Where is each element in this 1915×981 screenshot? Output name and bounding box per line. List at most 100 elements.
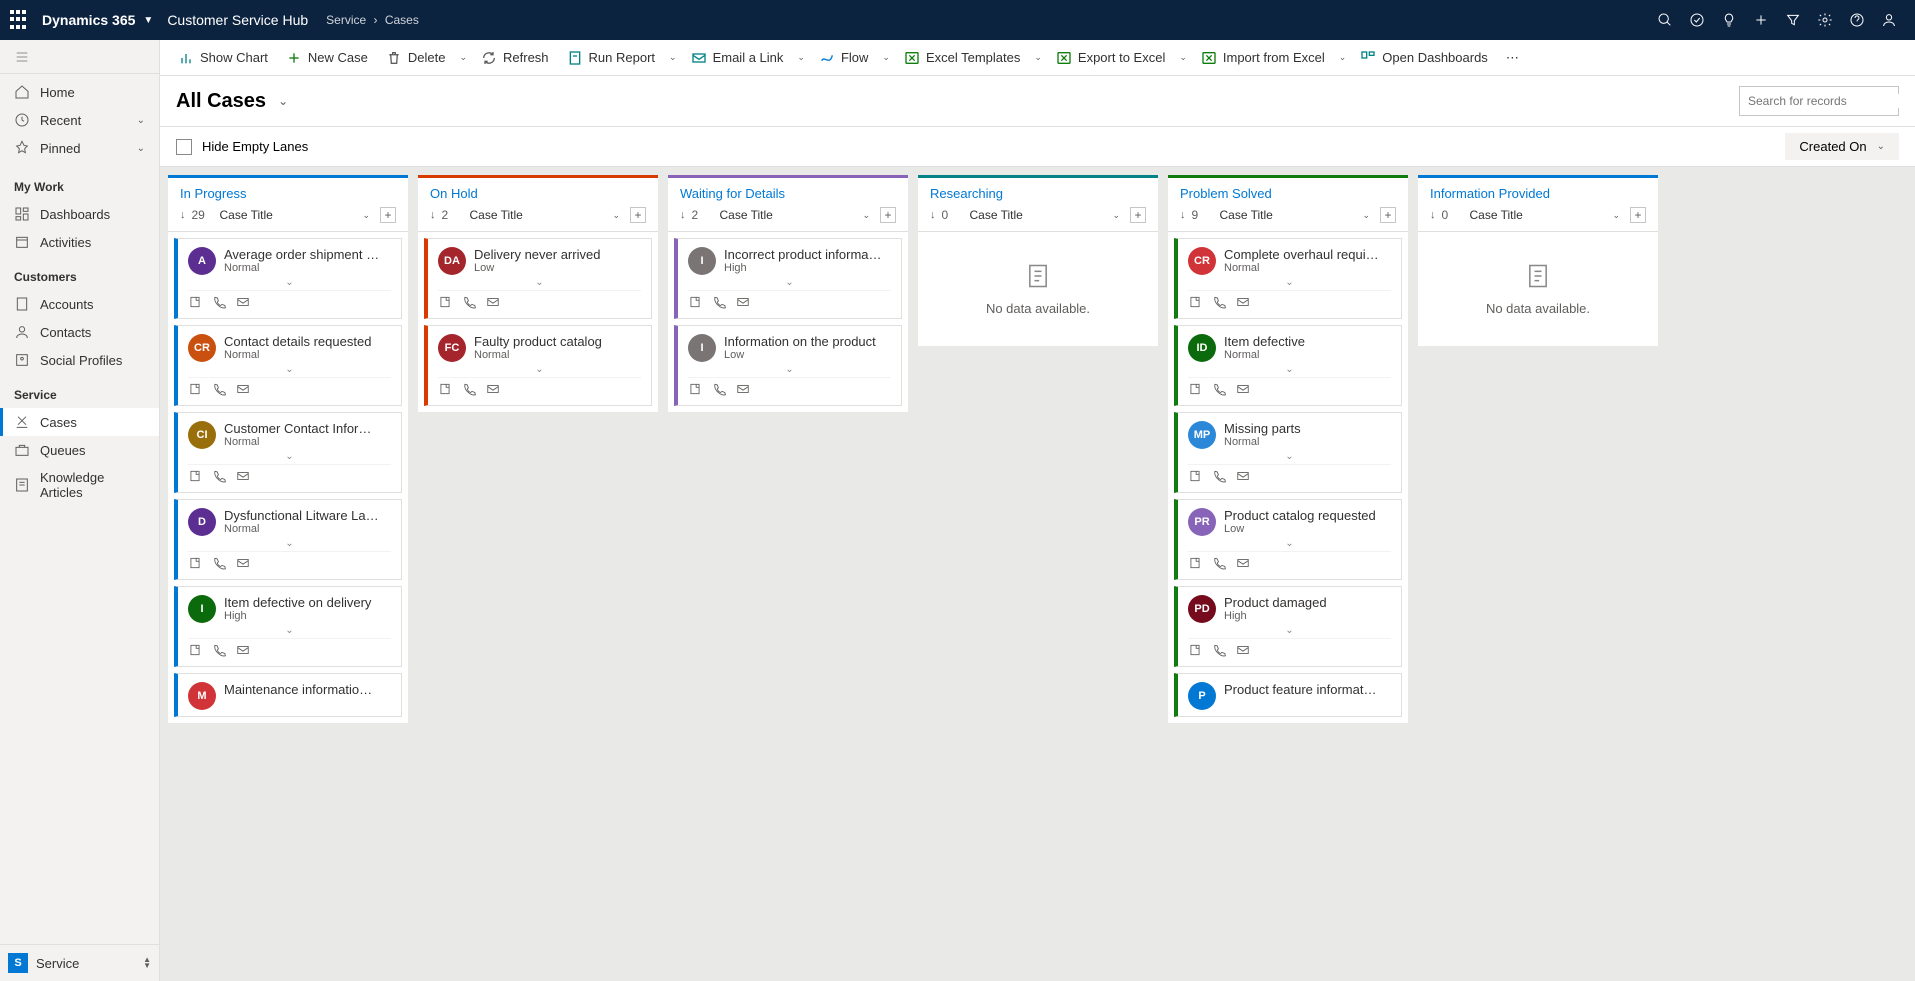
card-expand-chevron-icon[interactable]: ⌄ (188, 451, 391, 462)
sort-arrow-icon[interactable]: ↓ (1180, 209, 1186, 221)
mail-icon[interactable] (236, 295, 250, 312)
card-expand-chevron-icon[interactable]: ⌄ (438, 364, 641, 375)
sort-by-button[interactable]: Created On ⌄ (1785, 133, 1899, 160)
card-expand-chevron-icon[interactable]: ⌄ (188, 625, 391, 636)
cmd-import-from-excel[interactable]: Import from Excel (1193, 46, 1333, 70)
cmd-split-chevron-icon[interactable]: ⌄ (455, 48, 471, 67)
add-card-button[interactable]: + (880, 207, 896, 223)
lane-title[interactable]: In Progress (168, 175, 408, 205)
cmd-overflow-button[interactable]: ⋯ (1498, 46, 1528, 70)
note-icon[interactable] (1188, 643, 1202, 660)
sort-arrow-icon[interactable]: ↓ (430, 209, 436, 221)
sort-arrow-icon[interactable]: ↓ (930, 209, 936, 221)
kanban-card[interactable]: CI Customer Contact Infor… Normal ⌄ (174, 412, 402, 493)
plus-icon[interactable] (1745, 0, 1777, 40)
phone-icon[interactable] (212, 382, 226, 399)
hamburger-button[interactable] (0, 40, 159, 74)
nav-item-home[interactable]: Home (0, 78, 159, 106)
phone-icon[interactable] (212, 643, 226, 660)
hub-label[interactable]: Customer Service Hub (167, 12, 308, 28)
chevron-down-icon[interactable]: ⌄ (362, 210, 370, 221)
nav-item-contacts[interactable]: Contacts (0, 318, 159, 346)
hide-empty-checkbox[interactable] (176, 139, 192, 155)
note-icon[interactable] (438, 382, 452, 399)
lane-field-label[interactable]: Case Title (1470, 208, 1607, 222)
mail-icon[interactable] (1236, 556, 1250, 573)
phone-icon[interactable] (1212, 643, 1226, 660)
nav-item-activities[interactable]: Activities (0, 228, 159, 256)
note-icon[interactable] (188, 295, 202, 312)
cmd-split-chevron-icon[interactable]: ⌄ (878, 48, 894, 67)
kanban-card[interactable]: M Maintenance informatio… (174, 673, 402, 717)
mail-icon[interactable] (1236, 469, 1250, 486)
chevron-down-icon[interactable]: ⌄ (862, 210, 870, 221)
card-expand-chevron-icon[interactable]: ⌄ (188, 538, 391, 549)
breadcrumb-root[interactable]: Service (326, 13, 366, 27)
brand-label[interactable]: Dynamics 365 (42, 12, 135, 28)
app-launcher-icon[interactable] (10, 10, 30, 30)
nav-item-knowledge-articles[interactable]: Knowledge Articles (0, 464, 159, 506)
card-expand-chevron-icon[interactable]: ⌄ (438, 277, 641, 288)
nav-item-social-profiles[interactable]: Social Profiles (0, 346, 159, 374)
nav-item-dashboards[interactable]: Dashboards (0, 200, 159, 228)
kanban-card[interactable]: FC Faulty product catalog Normal ⌄ (424, 325, 652, 406)
nav-item-accounts[interactable]: Accounts (0, 290, 159, 318)
cmd-split-chevron-icon[interactable]: ⌄ (1335, 48, 1351, 67)
kanban-card[interactable]: PD Product damaged High ⌄ (1174, 586, 1402, 667)
lane-field-label[interactable]: Case Title (970, 208, 1107, 222)
mail-icon[interactable] (236, 469, 250, 486)
note-icon[interactable] (188, 556, 202, 573)
nav-item-pinned[interactable]: Pinned⌄ (0, 134, 159, 162)
note-icon[interactable] (688, 382, 702, 399)
mail-icon[interactable] (236, 643, 250, 660)
phone-icon[interactable] (1212, 382, 1226, 399)
mail-icon[interactable] (1236, 295, 1250, 312)
lane-title[interactable]: Information Provided (1418, 175, 1658, 205)
note-icon[interactable] (188, 469, 202, 486)
kanban-card[interactable]: ID Item defective Normal ⌄ (1174, 325, 1402, 406)
cmd-open-dashboards[interactable]: Open Dashboards (1352, 46, 1496, 70)
phone-icon[interactable] (462, 295, 476, 312)
cmd-split-chevron-icon[interactable]: ⌄ (1175, 48, 1191, 67)
kanban-card[interactable]: P Product feature informat… (1174, 673, 1402, 717)
cmd-excel-templates[interactable]: Excel Templates (896, 46, 1028, 70)
area-switcher[interactable]: S Service ▲▼ (0, 944, 159, 981)
phone-icon[interactable] (1212, 295, 1226, 312)
cmd-refresh[interactable]: Refresh (473, 46, 557, 70)
card-expand-chevron-icon[interactable]: ⌄ (188, 364, 391, 375)
grid-search[interactable] (1739, 86, 1899, 116)
phone-icon[interactable] (712, 382, 726, 399)
chevron-down-icon[interactable]: ⌄ (1112, 210, 1120, 221)
card-expand-chevron-icon[interactable]: ⌄ (1188, 451, 1391, 462)
add-card-button[interactable]: + (380, 207, 396, 223)
note-icon[interactable] (1188, 469, 1202, 486)
phone-icon[interactable] (212, 556, 226, 573)
view-title[interactable]: All Cases (176, 90, 266, 113)
sort-arrow-icon[interactable]: ↓ (680, 209, 686, 221)
note-icon[interactable] (438, 295, 452, 312)
lane-field-label[interactable]: Case Title (1220, 208, 1357, 222)
cmd-split-chevron-icon[interactable]: ⌄ (793, 48, 809, 67)
mail-icon[interactable] (736, 382, 750, 399)
kanban-card[interactable]: I Information on the product Low ⌄ (674, 325, 902, 406)
card-expand-chevron-icon[interactable]: ⌄ (688, 364, 891, 375)
lane-title[interactable]: On Hold (418, 175, 658, 205)
sort-arrow-icon[interactable]: ↓ (180, 209, 186, 221)
kanban-card[interactable]: D Dysfunctional Litware La… Normal ⌄ (174, 499, 402, 580)
chevron-down-icon[interactable]: ⌄ (612, 210, 620, 221)
sort-arrow-icon[interactable]: ↓ (1430, 209, 1436, 221)
note-icon[interactable] (188, 382, 202, 399)
phone-icon[interactable] (212, 295, 226, 312)
cmd-delete[interactable]: Delete (378, 46, 454, 70)
search-icon[interactable] (1649, 0, 1681, 40)
mail-icon[interactable] (736, 295, 750, 312)
nav-item-queues[interactable]: Queues (0, 436, 159, 464)
kanban-card[interactable]: DA Delivery never arrived Low ⌄ (424, 238, 652, 319)
mail-icon[interactable] (236, 382, 250, 399)
lightbulb-icon[interactable] (1713, 0, 1745, 40)
cmd-new-case[interactable]: New Case (278, 46, 376, 70)
add-card-button[interactable]: + (1380, 207, 1396, 223)
kanban-card[interactable]: CR Complete overhaul requi… Normal ⌄ (1174, 238, 1402, 319)
cmd-run-report[interactable]: Run Report (559, 46, 663, 70)
task-icon[interactable] (1681, 0, 1713, 40)
